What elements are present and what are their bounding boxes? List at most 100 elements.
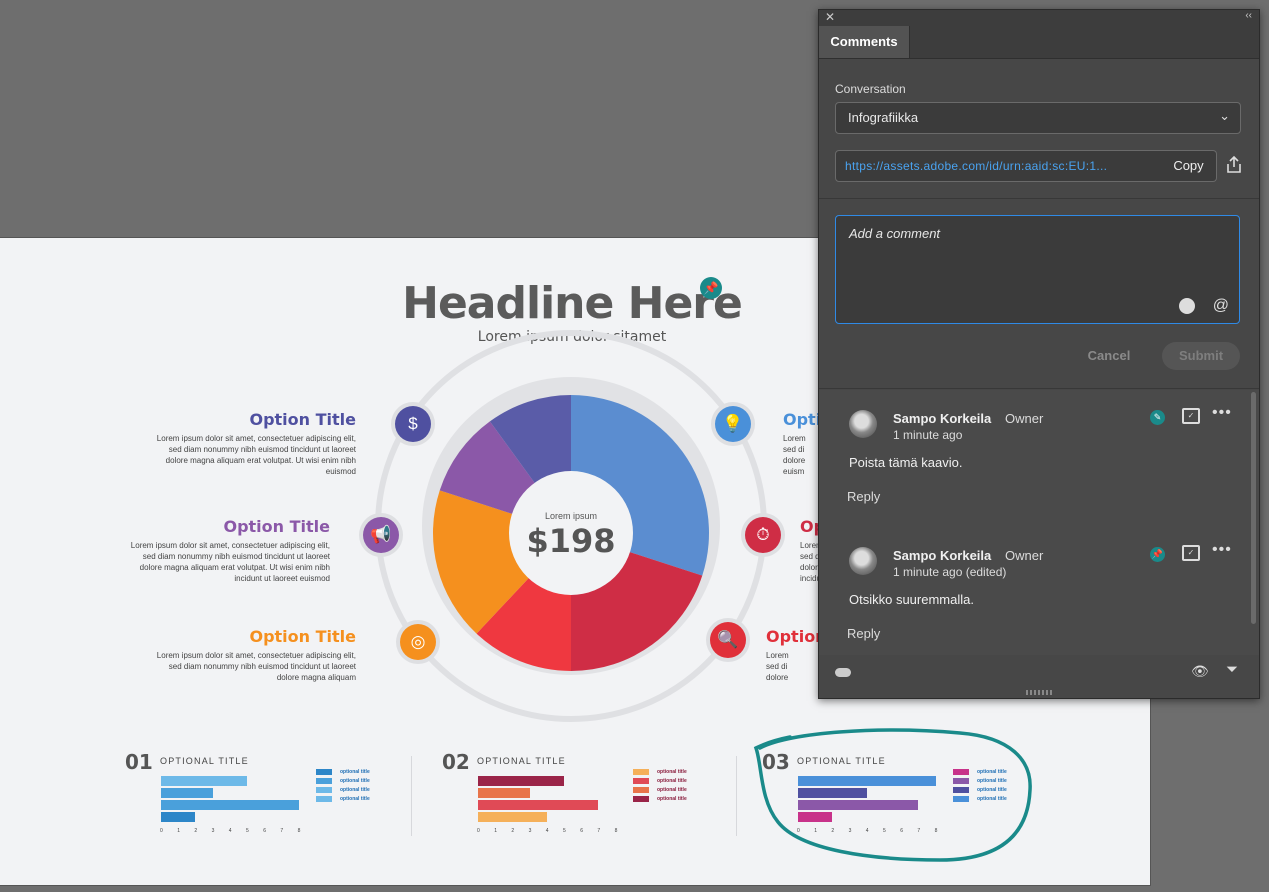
- axis-tick-label: 8: [934, 828, 938, 834]
- option-body-4[interactable]: Lorem sed di dolore euism: [783, 433, 823, 477]
- option-title-6[interactable]: Option: [766, 627, 827, 646]
- resize-grip[interactable]: [1026, 690, 1052, 695]
- panel-titlebar: ✕ ‹‹: [819, 10, 1259, 26]
- mini-chart-title[interactable]: OPTIONAL TITLE: [160, 756, 249, 766]
- comment-text: Otsikko suuremmalla.: [849, 592, 974, 607]
- comment-item[interactable]: Sampo Korkeila Owner 1 minute ago ✎ ✓ ••…: [819, 392, 1249, 522]
- axis-tick-label: 6: [263, 828, 266, 834]
- axis-tick-label: 3: [528, 828, 532, 834]
- axis-tick-label: 1: [494, 828, 497, 834]
- axis-tick-label: 4: [545, 828, 549, 834]
- mini-chart-number[interactable]: 02: [442, 750, 470, 774]
- option-body-1[interactable]: Lorem ipsum dolor sit amet, consectetuer…: [156, 433, 356, 477]
- comment-item[interactable]: Sampo Korkeila Owner 1 minute ago (edite…: [819, 529, 1249, 658]
- axis-tick-label: 0: [160, 828, 163, 834]
- axis-tick-label: 3: [211, 828, 215, 834]
- comment-author: Sampo Korkeila: [893, 411, 992, 426]
- reply-link[interactable]: Reply: [847, 626, 880, 641]
- option-body-3[interactable]: Lorem ipsum dolor sit amet, consectetuer…: [156, 650, 356, 683]
- more-icon[interactable]: •••: [1212, 541, 1232, 559]
- resolve-icon[interactable]: ✓: [1182, 408, 1200, 424]
- option-title-1[interactable]: Option Title: [156, 410, 356, 429]
- mini-chart-title[interactable]: OPTIONAL TITLE: [797, 756, 886, 766]
- comment-time: 1 minute ago (edited): [893, 565, 1007, 579]
- legend-label: optional title: [657, 778, 687, 784]
- bar-mark[interactable]: [478, 788, 530, 798]
- emoji-icon[interactable]: [1179, 298, 1195, 314]
- legend-label: optional title: [657, 787, 687, 793]
- collapse-icon[interactable]: ‹‹: [1245, 10, 1252, 21]
- cancel-button[interactable]: Cancel: [1069, 342, 1149, 370]
- option-body-2[interactable]: Lorem ipsum dolor sit amet, consectetuer…: [130, 540, 330, 584]
- bar-mark[interactable]: [478, 812, 547, 822]
- bar-mark[interactable]: [478, 800, 599, 810]
- axis-tick-label: 8: [614, 828, 618, 834]
- axis-tick-label: 2: [831, 828, 835, 834]
- divider: [411, 756, 412, 836]
- visibility-icon[interactable]: 👁: [1191, 663, 1209, 680]
- legend-swatch: [316, 796, 332, 802]
- comments-panel: ✕ ‹‹ Comments Conversation Infografiikka…: [818, 9, 1260, 699]
- comment-list[interactable]: Sampo Korkeila Owner 1 minute ago ✎ ✓ ••…: [819, 390, 1259, 658]
- bar-mark[interactable]: [161, 776, 247, 786]
- magnifier-icon[interactable]: 🔍: [710, 622, 746, 658]
- axis-tick-label: 7: [597, 828, 601, 834]
- reply-link[interactable]: Reply: [847, 489, 880, 504]
- close-icon[interactable]: ✕: [825, 10, 835, 24]
- cloud-icon: [835, 668, 851, 677]
- tab-comments[interactable]: Comments: [819, 26, 910, 58]
- divider: [819, 198, 1259, 199]
- axis-tick-label: 7: [917, 828, 921, 834]
- more-icon[interactable]: •••: [1212, 404, 1232, 422]
- mini-chart-number[interactable]: 01: [125, 750, 153, 774]
- annotation-pin-icon[interactable]: ✎: [1150, 410, 1165, 425]
- legend-swatch: [316, 778, 332, 784]
- share-icon[interactable]: [1224, 155, 1244, 175]
- bar-mark[interactable]: [798, 800, 919, 810]
- divider: [736, 756, 737, 836]
- bar-mark[interactable]: [478, 776, 564, 786]
- megaphone-icon[interactable]: 📢: [363, 517, 399, 553]
- pin-icon[interactable]: 📌: [1150, 547, 1165, 562]
- mini-chart-number[interactable]: 03: [762, 750, 790, 774]
- bar-mark[interactable]: [161, 800, 299, 810]
- option-title-2[interactable]: Option Title: [130, 517, 330, 536]
- comment-role: Owner: [1005, 411, 1044, 426]
- legend-swatch: [953, 769, 969, 775]
- mini-chart-title[interactable]: OPTIONAL TITLE: [477, 756, 566, 766]
- dollar-icon[interactable]: $: [395, 406, 431, 442]
- lightbulb-icon[interactable]: 💡: [715, 406, 751, 442]
- comment-placeholder: Add a comment: [849, 226, 941, 241]
- option-body-6[interactable]: Lorem sed di dolore: [766, 650, 806, 683]
- axis-tick-label: 6: [580, 828, 583, 834]
- filter-icon[interactable]: ⏷: [1226, 661, 1238, 678]
- legend-swatch: [633, 796, 649, 802]
- bar-mark[interactable]: [798, 788, 867, 798]
- axis-tick-label: 1: [177, 828, 180, 834]
- copy-button[interactable]: Copy: [1161, 150, 1217, 182]
- bar-mark[interactable]: [161, 812, 196, 822]
- avatar: [849, 410, 877, 438]
- axis-tick-label: 3: [848, 828, 852, 834]
- legend-label: optional title: [657, 769, 687, 775]
- submit-button[interactable]: Submit: [1162, 342, 1240, 370]
- legend-swatch: [633, 778, 649, 784]
- bar-mark[interactable]: [798, 776, 936, 786]
- axis-tick-label: 4: [865, 828, 869, 834]
- legend-swatch: [953, 778, 969, 784]
- target-icon[interactable]: ◎: [400, 624, 436, 660]
- share-url-field[interactable]: https://assets.adobe.com/id/urn:aaid:sc:…: [835, 150, 1163, 182]
- resolve-icon[interactable]: ✓: [1182, 545, 1200, 561]
- mention-icon[interactable]: @: [1213, 297, 1229, 315]
- legend-label: optional title: [340, 796, 370, 802]
- axis-tick-label: 5: [883, 828, 886, 834]
- bar-mark[interactable]: [161, 788, 213, 798]
- legend-label: optional title: [657, 796, 687, 802]
- scrollbar[interactable]: [1251, 392, 1256, 624]
- axis-tick-label: 2: [511, 828, 515, 834]
- stopwatch-icon[interactable]: ⏱: [745, 517, 781, 553]
- bar-mark[interactable]: [798, 812, 833, 822]
- conversation-select[interactable]: Infografiikka ⌄: [835, 102, 1241, 134]
- option-title-3[interactable]: Option Title: [156, 627, 356, 646]
- add-comment-input[interactable]: Add a comment @: [835, 215, 1240, 324]
